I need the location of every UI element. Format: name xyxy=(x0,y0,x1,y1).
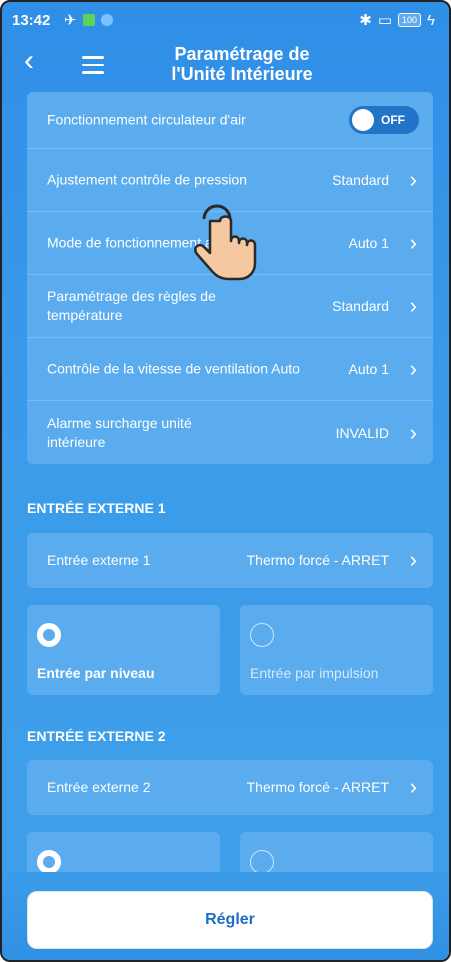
charging-icon: ϟ xyxy=(427,11,435,29)
tap-hand-icon xyxy=(194,204,257,281)
section-title-ext1: ENTRÉE EXTERNE 1 xyxy=(27,500,166,516)
radio-unselected-icon xyxy=(250,850,274,874)
nfc-icon: ▭ xyxy=(377,12,393,29)
ext1-option-level[interactable]: Entrée par niveau xyxy=(27,605,220,695)
radio-selected-icon xyxy=(37,623,61,647)
setting-row-air-circulator[interactable]: Fonctionnement circulateur d'air OFF xyxy=(27,92,433,149)
battery-icon: 100 xyxy=(398,13,422,27)
setting-row-fan-speed[interactable]: Contrôle de la vitesse de ventilation Au… xyxy=(27,338,433,401)
apply-button[interactable]: Régler xyxy=(27,891,433,949)
notification-dot-icon xyxy=(100,14,113,26)
chevron-right-icon: › xyxy=(409,356,417,381)
air-circulator-toggle[interactable]: OFF xyxy=(349,106,419,134)
bluetooth-icon: ✱ xyxy=(359,12,372,29)
back-icon[interactable]: ‹ xyxy=(24,46,34,76)
menu-icon[interactable] xyxy=(82,56,104,79)
wifi-off-icon: ✈ xyxy=(64,12,77,29)
chevron-right-icon: › xyxy=(409,167,417,192)
toggle-knob xyxy=(352,109,374,131)
ext1-option-pulse[interactable]: Entrée par impulsion xyxy=(240,605,433,695)
ext1-row[interactable]: Entrée externe 1 Thermo forcé - ARRET › xyxy=(27,533,433,588)
status-time: 13:42 xyxy=(12,12,51,29)
status-bar: 13:42 ✈ ✱ ▭ 100 ϟ xyxy=(2,2,449,38)
chevron-right-icon: › xyxy=(409,230,417,255)
bottom-bar: Régler xyxy=(2,872,449,960)
ext2-row[interactable]: Entrée externe 2 Thermo forcé - ARRET › xyxy=(27,760,433,815)
app-notification-icon xyxy=(82,14,95,26)
chevron-right-icon: › xyxy=(409,419,417,445)
radio-selected-icon xyxy=(37,850,61,874)
page-title: Paramétrage de l'Unité Intérieure xyxy=(171,44,313,84)
setting-row-overload-alarm[interactable]: Alarme surcharge unité intérieure INVALI… xyxy=(27,401,433,464)
phone-screen: 13:42 ✈ ✱ ▭ 100 ϟ ‹ Paramétrage de l'Uni… xyxy=(0,0,451,962)
section-title-ext2: ENTRÉE EXTERNE 2 xyxy=(27,728,166,744)
app-bar: ‹ Paramétrage de l'Unité Intérieure xyxy=(2,38,449,92)
chevron-right-icon: › xyxy=(409,547,417,572)
chevron-right-icon: › xyxy=(409,774,417,799)
chevron-right-icon: › xyxy=(409,293,417,318)
radio-unselected-icon xyxy=(250,623,274,647)
